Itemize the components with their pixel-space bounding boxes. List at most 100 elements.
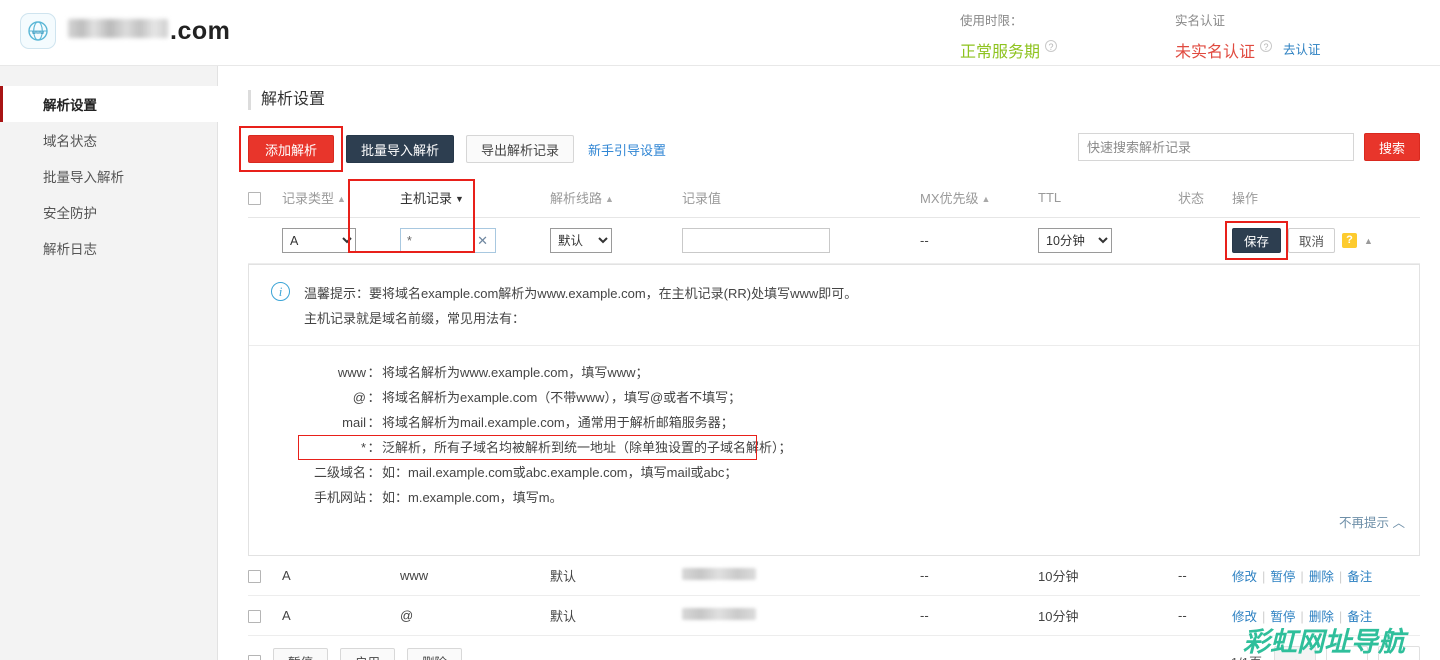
tip-item-wildcard: * ： 泛解析，所有子域名均被解析到统一地址（除单独设置的子域名解析）； — [249, 435, 1419, 460]
row-host: www — [400, 556, 550, 596]
row-value-masked — [682, 556, 920, 596]
tip-item-at: @ ： 将域名解析为example.com（不带www），填写@或者不填写； — [249, 385, 1419, 410]
tip-item-colon: ： — [367, 365, 381, 380]
ttl-select[interactable]: 10分钟 — [1038, 228, 1112, 253]
pagination: 1/1页 ‹ — [1231, 646, 1420, 660]
sidebar-item-label: 批量导入解析 — [43, 170, 124, 185]
usage-help-icon[interactable]: ? — [1045, 40, 1058, 52]
table-head: 记录类型 ▲ 主机记录 ▼ 解析线路 ▲ 记录值 MX优先级 ▲ TTL 状态 … — [248, 179, 1420, 253]
row-action-delete[interactable]: 删除 — [1309, 570, 1334, 584]
main-content: 解析设置 添加解析 批量导入解析 导出解析记录 新手引导设置 搜索 — [218, 66, 1440, 660]
search-button[interactable]: 搜索 — [1364, 133, 1420, 161]
sort-asc-icon[interactable]: ▲ — [337, 194, 346, 204]
prev-page-button[interactable]: ‹ — [1274, 646, 1316, 660]
row-checkbox-cell — [248, 595, 282, 636]
bulk-delete-button[interactable]: 删除 — [407, 648, 463, 660]
bulk-enable-button[interactable]: 启用 — [340, 648, 396, 660]
page-title: 解析设置 — [248, 90, 1420, 110]
tip-item-www: www ： 将域名解析为www.example.com，填写www； — [249, 360, 1419, 385]
go-authenticate-link[interactable]: 去认证 — [1283, 39, 1321, 58]
triangle-up-icon[interactable]: ▲ — [1364, 236, 1373, 246]
th-status-label: 状态 — [1178, 191, 1205, 206]
th-line-label: 解析线路 — [550, 191, 603, 206]
footer-select-all-checkbox[interactable] — [248, 654, 261, 660]
help-question-icon[interactable]: ? — [1342, 233, 1358, 248]
page-number-button[interactable] — [1326, 646, 1368, 660]
edit-row-checkbox-cell — [248, 217, 282, 264]
th-line[interactable]: 解析线路 ▲ — [550, 182, 682, 218]
sidebar-item-label: 解析日志 — [43, 242, 97, 257]
edit-row-host-cell: ✕ — [400, 217, 550, 264]
table-body-rows: A www 默认 -- 10分钟 -- 修改|暂停|删除|备注 A — [248, 556, 1420, 636]
tip-item-colon: ： — [367, 465, 381, 480]
add-record-button[interactable]: 添加解析 — [248, 135, 335, 163]
row-action-pause[interactable]: 暂停 — [1270, 610, 1295, 624]
sort-desc-icon[interactable]: ▼ — [455, 194, 464, 204]
line-select[interactable]: 默认 — [550, 228, 612, 253]
realname-auth-block: 实名认证 未实名认证 ? 去认证 — [1175, 10, 1321, 62]
host-record-input[interactable] — [401, 229, 469, 252]
row-action-edit[interactable]: 修改 — [1232, 610, 1257, 624]
realname-help-icon[interactable]: ? — [1260, 40, 1273, 52]
export-records-button[interactable]: 导出解析记录 — [466, 135, 575, 163]
table-row[interactable]: A www 默认 -- 10分钟 -- 修改 | 暂停 | 删除 | 备注 — [248, 556, 1420, 596]
tip-item-subdomain: 二级域名 ： 如：mail.example.com或abc.example.co… — [249, 460, 1419, 485]
usage-period-value: 正常服务期 — [960, 44, 1041, 61]
tip-footer: 不再提示 ︿ — [249, 510, 1419, 543]
sidebar-item-label: 域名状态 — [43, 134, 97, 149]
row-type: A — [282, 595, 400, 636]
row-action-remark[interactable]: 备注 — [1347, 570, 1372, 584]
usage-period-label: 使用时限： — [960, 14, 1023, 28]
beginner-guide-link[interactable]: 新手引导设置 — [588, 140, 666, 159]
sidebar-item-dns-log[interactable]: 解析日志 — [0, 230, 217, 266]
tip-panel: i 温馨提示：要将域名example.com解析为www.example.com… — [248, 264, 1420, 556]
sidebar-item-domain-status[interactable]: 域名状态 — [0, 122, 217, 158]
edit-row-value-cell — [682, 217, 920, 264]
sidebar-item-batch-import[interactable]: 批量导入解析 — [0, 158, 217, 194]
bulk-pause-button[interactable]: 暂停 — [273, 648, 329, 660]
th-record-value: 记录值 — [682, 182, 920, 218]
row-status: -- — [1178, 595, 1232, 636]
dismiss-tip-link[interactable]: 不再提示 ︿ — [1339, 516, 1405, 530]
row-action-remark[interactable]: 备注 — [1347, 610, 1372, 624]
sidebar-item-dns-settings[interactable]: 解析设置 — [0, 86, 218, 122]
row-checkbox[interactable] — [248, 570, 261, 584]
record-type-select[interactable]: A — [282, 228, 356, 253]
th-mx-priority-label: MX优先级 — [920, 191, 979, 206]
page-indicator: 1/1页 — [1231, 652, 1262, 660]
row-checkbox-cell — [248, 556, 282, 596]
th-mx-priority[interactable]: MX优先级 ▲ — [920, 182, 1038, 218]
sidebar-item-security[interactable]: 安全防护 — [0, 194, 217, 230]
th-select-all — [248, 182, 282, 218]
next-page-button[interactable] — [1378, 646, 1420, 660]
th-ttl: TTL — [1038, 182, 1178, 218]
th-record-type[interactable]: 记录类型 ▲ — [282, 182, 400, 218]
batch-import-button[interactable]: 批量导入解析 — [346, 135, 455, 163]
row-checkbox[interactable] — [248, 610, 261, 624]
row-action-delete[interactable]: 删除 — [1309, 610, 1334, 624]
save-button[interactable]: 保存 — [1232, 228, 1282, 253]
sort-asc-icon[interactable]: ▲ — [982, 194, 991, 204]
sidebar-top-spacer — [0, 66, 217, 86]
sidebar: 解析设置 域名状态 批量导入解析 安全防护 解析日志 — [0, 66, 218, 660]
dns-records-table: 记录类型 ▲ 主机记录 ▼ 解析线路 ▲ 记录值 MX优先级 ▲ TTL 状态 … — [248, 179, 1420, 264]
row-line: 默认 — [550, 556, 682, 596]
sidebar-item-label: 解析设置 — [43, 98, 97, 113]
table-row[interactable]: A @ 默认 -- 10分钟 -- 修改 | 暂停 | 删除 | 备注 — [248, 595, 1420, 636]
row-action-pause[interactable]: 暂停 — [1270, 570, 1295, 584]
tip-item-text: 将域名解析为mail.example.com，通常用于解析邮箱服务器； — [382, 415, 734, 430]
row-action-edit[interactable]: 修改 — [1232, 570, 1257, 584]
tip-item-key: @ — [352, 390, 366, 405]
globe-www-icon: www — [20, 13, 56, 49]
th-host-record[interactable]: 主机记录 ▼ — [348, 179, 550, 253]
cancel-button[interactable]: 取消 — [1288, 228, 1336, 253]
record-value-input[interactable] — [682, 228, 830, 253]
edit-row-line-cell: 默认 — [550, 217, 682, 264]
sort-asc-icon[interactable]: ▲ — [605, 194, 614, 204]
domain-name-masked — [68, 18, 168, 38]
row-status: -- — [1178, 556, 1232, 596]
top-header: www .com 使用时限： 正常服务期 ? 实名认证 未实名认证 ? 去认证 — [0, 0, 1440, 66]
select-all-checkbox[interactable] — [248, 192, 261, 206]
search-input[interactable] — [1078, 133, 1354, 161]
close-icon[interactable]: ✕ — [477, 232, 488, 250]
